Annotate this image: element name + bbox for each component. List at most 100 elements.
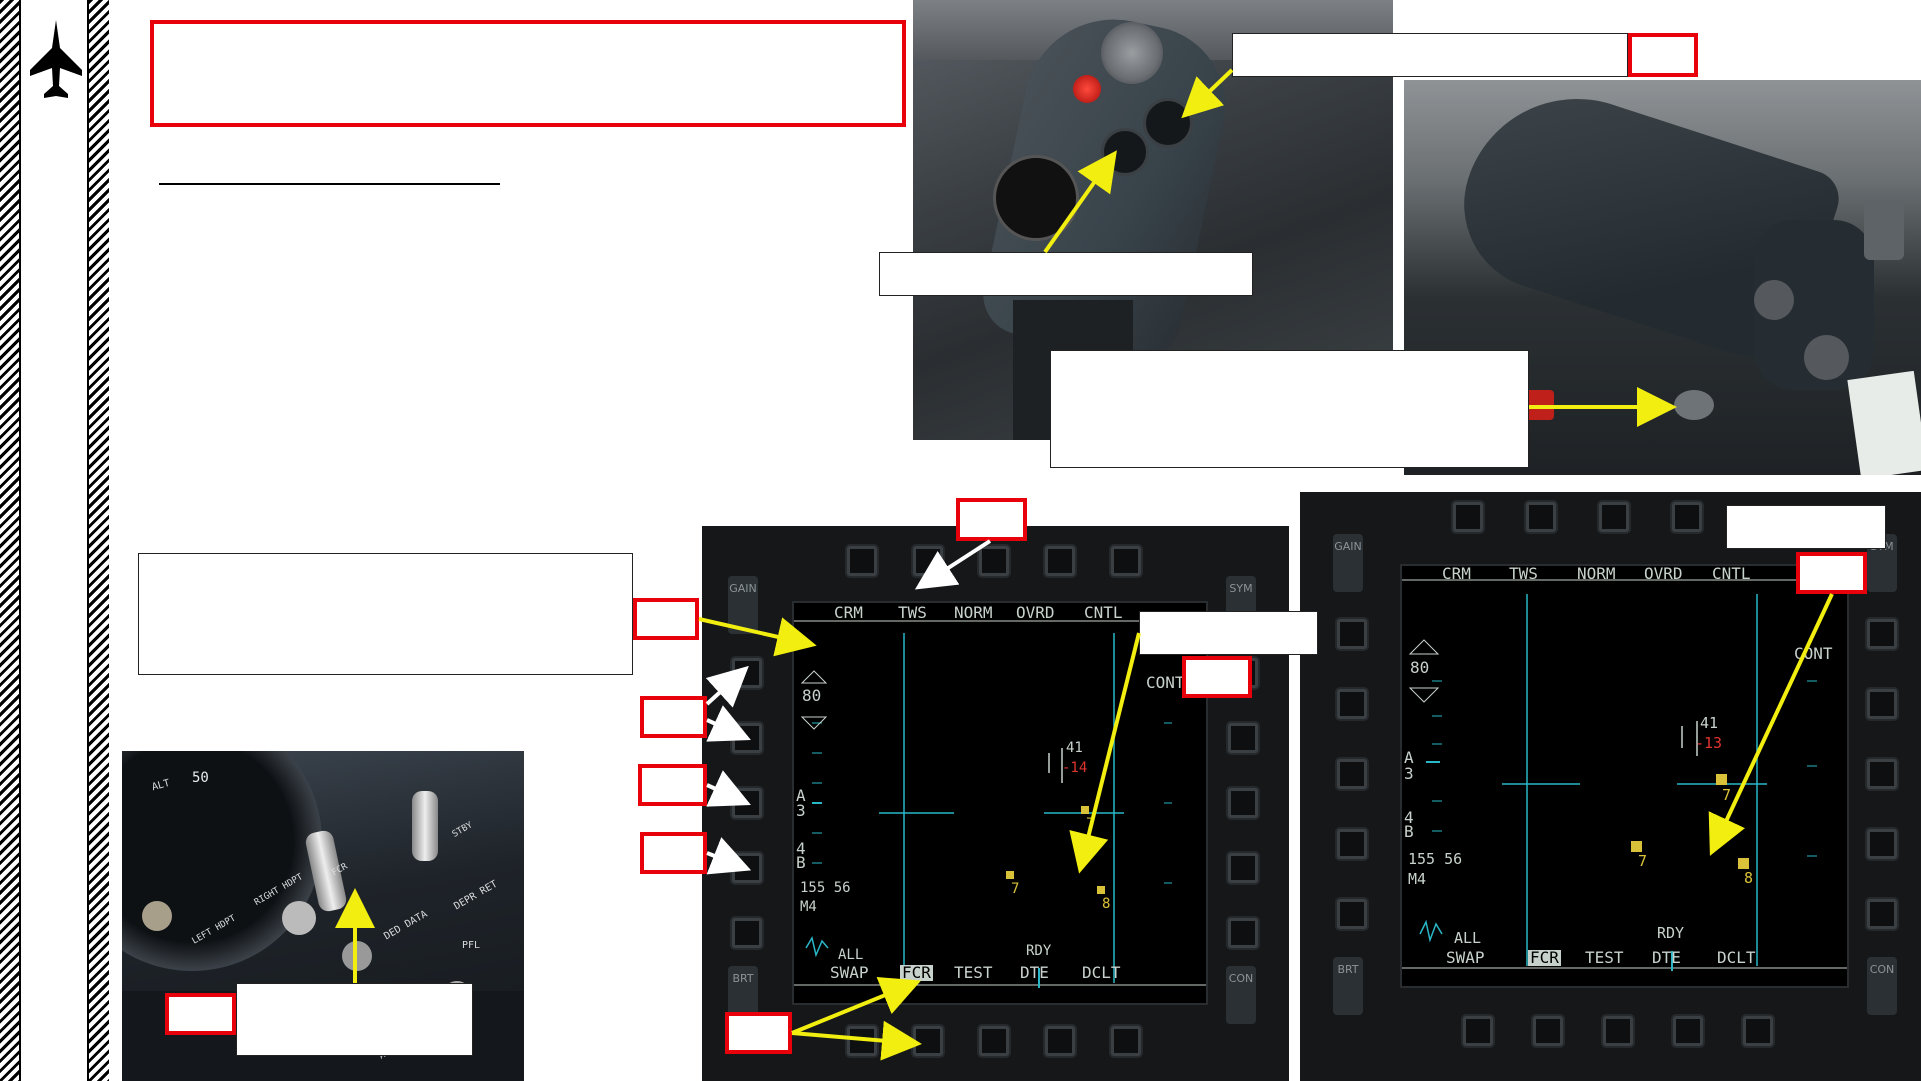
label-tws: TWS [1509, 564, 1538, 583]
osb-bottom-1[interactable] [1463, 1016, 1493, 1046]
osb-top-2[interactable] [1526, 502, 1556, 532]
osb-right-5[interactable] [1228, 918, 1258, 948]
osb-top-4[interactable] [1045, 546, 1075, 576]
osb-left-5[interactable] [1337, 899, 1367, 929]
mfd-left-screen: CRM TWS NORM OVRD CNTL CONT 80 A 3 4 B 1… [792, 601, 1208, 1005]
callout-box-throttle-left [879, 252, 1253, 296]
target-alt-bottom: -13 [1695, 734, 1723, 752]
red-button [1073, 75, 1101, 103]
label-swap: SWAP [1446, 948, 1485, 967]
mfd-right-screen: CRM TWS NORM OVRD CNTL CONT 80 A 3 4 B 1… [1400, 564, 1849, 988]
osb-left-3[interactable] [1337, 759, 1367, 789]
gain-rocker[interactable]: GAIN [1333, 534, 1363, 592]
osb-left-4[interactable] [1337, 829, 1367, 859]
osb-left-2[interactable] [1337, 689, 1367, 719]
osb-right-3[interactable] [1228, 788, 1258, 818]
sidebar-rule-2 [87, 0, 89, 1081]
label-dte: DTE [1020, 963, 1049, 982]
red-callout-osb-left-3 [638, 764, 707, 806]
osb-bottom-3[interactable] [1603, 1016, 1633, 1046]
osb-bottom-5[interactable] [1111, 1026, 1141, 1056]
red-callout-crm [633, 598, 699, 640]
readout-2: M4 [800, 899, 817, 915]
osb-top-1[interactable] [847, 546, 877, 576]
con-rocker[interactable]: CON [1226, 966, 1256, 1024]
callout-box-mfd-left [138, 553, 633, 675]
scale-a-number: 3 [1404, 764, 1414, 783]
label-cntl: CNTL [1084, 603, 1123, 622]
label-cont: CONT [1146, 673, 1185, 692]
target-3-label: 8 [1102, 896, 1111, 912]
gauge-dial [993, 155, 1079, 241]
callout-box-throttle-top [1232, 33, 1628, 77]
osb-right-2[interactable] [1867, 689, 1897, 719]
osb-bottom-5[interactable] [1743, 1016, 1773, 1046]
panel-label-ded-data: DED DATA [382, 908, 430, 943]
target-2-label: 7 [1011, 881, 1020, 897]
osb-right-5[interactable] [1867, 899, 1897, 929]
osb-bottom-2[interactable] [1533, 1016, 1563, 1046]
label-all: ALL [838, 947, 864, 963]
callout-box-throttle-bottom [1050, 350, 1529, 468]
osb-top-5[interactable] [1111, 546, 1141, 576]
sidebar-hatch-right [89, 0, 109, 1081]
red-callout-osb-left-4 [640, 832, 707, 874]
osb-right-2[interactable] [1228, 723, 1258, 753]
osb-right-1[interactable] [1867, 619, 1897, 649]
label-fcr: FCR [900, 963, 933, 982]
sidebar-hatch-left [0, 0, 19, 1081]
range-value: 80 [1410, 658, 1430, 677]
brt-rocker[interactable]: BRT [1333, 957, 1363, 1015]
osb-bottom-2[interactable] [913, 1026, 943, 1056]
panel-label-depr-ret: DEPR RET [452, 878, 500, 913]
osb-top-1[interactable] [1453, 502, 1483, 532]
osb-top-3[interactable] [1599, 502, 1629, 532]
red-callout-panel [165, 993, 236, 1035]
label-test: TEST [1585, 948, 1624, 967]
label-cont: CONT [1794, 644, 1833, 663]
osb-left-5[interactable] [732, 918, 762, 948]
red-callout-cntl-right [1796, 552, 1867, 594]
target-1-label: 7 [1086, 816, 1095, 832]
scale-a-number: 3 [796, 801, 806, 820]
osb-top-4[interactable] [1672, 502, 1702, 532]
osb-bottom-1[interactable] [847, 1026, 877, 1056]
label-norm: NORM [954, 603, 993, 622]
osb-right-4[interactable] [1867, 829, 1897, 859]
throttle-knob-2 [1143, 98, 1193, 148]
label-crm: CRM [834, 603, 863, 622]
label-rdy: RDY [1657, 924, 1685, 942]
con-rocker[interactable]: CON [1867, 957, 1897, 1015]
label-dte: DTE [1652, 948, 1681, 967]
osb-left-2[interactable] [732, 723, 762, 753]
osb-bottom-4[interactable] [1045, 1026, 1075, 1056]
osb-top-3[interactable] [979, 546, 1009, 576]
scale-b-letter: B [796, 853, 806, 872]
osb-right-4[interactable] [1228, 853, 1258, 883]
osb-right-3[interactable] [1867, 759, 1897, 789]
gain-rocker[interactable]: GAIN [728, 576, 758, 634]
label-cntl: CNTL [1712, 564, 1751, 583]
osb-left-1[interactable] [732, 658, 762, 688]
panel-label-stby: STBY [450, 820, 475, 840]
target-alt-top: 41 [1066, 740, 1083, 756]
osb-left-3[interactable] [732, 788, 762, 818]
label-crm: CRM [1442, 564, 1471, 583]
osb-left-4[interactable] [732, 853, 762, 883]
label-ovrd: OVRD [1016, 603, 1055, 622]
callout-box-panel [236, 983, 473, 1056]
throttle-knob-3 [1101, 128, 1149, 176]
label-dclt: DCLT [1717, 948, 1756, 967]
sidebar-rule [19, 0, 21, 1081]
label-test: TEST [954, 963, 993, 982]
osb-top-2[interactable] [913, 546, 943, 576]
subtitle-underline [159, 183, 500, 185]
osb-left-1[interactable] [1337, 619, 1367, 649]
mfd-left: GAIN SYM BRT CON CRM TWS NORM OVRD CNTL … [702, 526, 1289, 1081]
osb-bottom-4[interactable] [1673, 1016, 1703, 1046]
target-alt-top: 41 [1700, 714, 1719, 732]
label-tws: TWS [898, 603, 927, 622]
readout-1: 155 56 [800, 880, 851, 896]
osb-bottom-3[interactable] [979, 1026, 1009, 1056]
red-callout-osb-top [956, 498, 1027, 541]
